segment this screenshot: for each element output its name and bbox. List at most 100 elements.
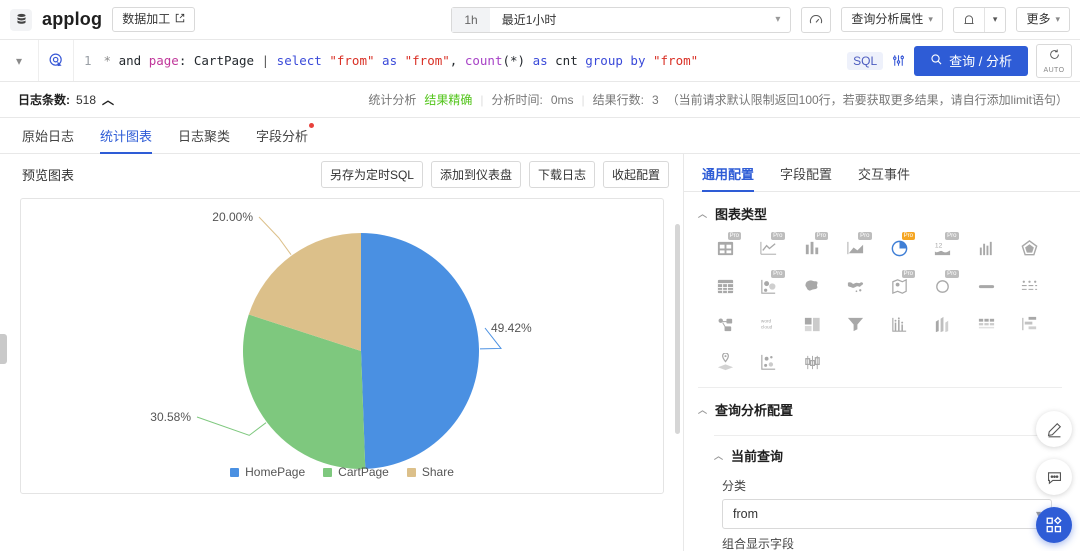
funnel-chart-icon[interactable] [841,309,871,339]
download-logs-button[interactable]: 下载日志 [528,160,595,188]
query-target-icon[interactable] [38,40,74,81]
stats-details: 统计分析 结果精确 | 分析时间: 0ms | 结果行数: 3 （当前请求默认限… [368,91,1068,108]
query-config-section-header[interactable]: ︿ 查询分析配置 [684,388,1080,427]
geo-point-icon[interactable] [710,347,740,377]
chart-type-icon-grid: Pro Pro Pro Pro Pro 12 Pro Pro Pro Pro word cloud [684,231,1080,383]
query-editor-bar: ▾ 1 * and page: CartPage | select "from"… [0,40,1080,82]
notification-split-button[interactable]: ▾ [952,6,1007,33]
time-range-picker[interactable]: 1h 最近1小时 ▾ [451,6,792,33]
legend-item[interactable]: Share [406,465,454,479]
sidebar-collapse-handle[interactable] [0,334,7,364]
query-attribute-button[interactable]: 查询分析属性 ▾ [841,7,943,32]
china-map-icon[interactable] [797,271,827,301]
pro-badge: Pro [814,232,828,240]
query-token: and [111,53,142,68]
sql-mode-badge[interactable]: SQL [847,51,884,70]
rows-note: （当前请求默认限制返回100行，若要获取更多结果，请自行添加limit语句） [666,93,1068,107]
pie-label-leader-line [258,216,292,256]
feedback-chat-icon-button[interactable] [1036,459,1072,495]
add-to-dashboard-button[interactable]: 添加到仪表盘 [430,160,521,188]
config-pane: 通用配置 字段配置 交互事件 ︿ 图表类型 Pro Pro Pro Pro Pro 12 P… [684,154,1080,551]
chevron-down-icon[interactable]: ▾ [983,7,1006,32]
histogram-icon[interactable] [971,233,1001,263]
pie-chart-icon[interactable]: Pro [884,232,915,263]
bar-chart-icon[interactable]: Pro [797,232,828,263]
bubble-chart-icon[interactable]: Pro [754,270,785,301]
more-button[interactable]: 更多 ▾ [1016,7,1070,32]
tab-log-cluster[interactable]: 日志聚类 [178,126,230,153]
collapse-config-button[interactable]: 收起配置 [602,160,669,188]
chart-type-section-header[interactable]: ︿ 图表类型 [684,192,1080,231]
apps-grid-icon-button[interactable] [1036,507,1072,543]
accuracy-label: 结果精确 [424,93,473,107]
table-kpi-icon[interactable]: Pro [710,232,741,263]
pie-chart-svg: 49.42% 30.58% 20.00% [150,210,532,470]
database-icon [10,8,32,31]
pro-badge: Pro [727,232,741,240]
query-collapse-toggle[interactable]: ▾ [0,40,38,81]
box-plot-icon[interactable] [797,347,827,377]
app-title: applog [42,9,103,29]
tab-label: 统计图表 [100,129,153,144]
search-icon [930,53,943,69]
bell-icon[interactable] [954,8,984,32]
scatter-column-icon[interactable] [884,309,914,339]
auto-refresh-button[interactable]: AUTO [1036,43,1072,78]
line-chart-icon[interactable]: Pro [754,232,785,263]
analysis-time-label: 分析时间: [491,93,543,107]
data-table-icon[interactable] [971,309,1001,339]
scatter-plot-icon[interactable] [754,347,784,377]
category-select[interactable]: from ▾ [722,499,1052,529]
world-map-icon[interactable] [841,271,871,301]
svg-text:word: word [761,318,772,324]
chart-card: 49.42% 30.58% 20.00% HomePage CartPage Share [20,198,664,494]
legend-label: Share [421,465,454,479]
area-chart-icon[interactable]: Pro [841,232,872,263]
run-query-button[interactable]: 查询 / 分析 [914,45,1028,76]
grid-table-icon[interactable] [710,271,740,301]
gauge-chart-icon[interactable]: Pro [928,270,959,301]
rows-label: 结果行数: [592,93,644,107]
data-process-label: 数据加工 [122,12,171,27]
data-process-button[interactable]: 数据加工 [112,7,196,32]
legend-item[interactable]: HomePage [230,465,305,479]
edit-pencil-icon-button[interactable] [1036,411,1072,447]
list-dots-icon[interactable] [1015,271,1045,301]
progress-bar-icon[interactable] [971,271,1001,301]
query-token: as [374,53,398,68]
column-3d-icon[interactable] [928,309,958,339]
relation-graph-icon[interactable] [710,309,740,339]
tab-field-config[interactable]: 字段配置 [780,164,832,191]
treemap-icon[interactable] [797,309,827,339]
query-input[interactable]: 1 * and page: CartPage | select "from" a… [74,40,839,81]
flow-diagram-icon[interactable] [1015,309,1045,339]
pie-chart[interactable]: 49.42% 30.58% 20.00% HomePage CartPage Share [21,199,663,493]
current-query-subsection-header[interactable]: ︿ 当前查询 [684,436,1080,471]
auto-refresh-label: AUTO [1043,66,1065,74]
tab-stat-charts[interactable]: 统计图表 [100,126,153,154]
tab-interaction-events[interactable]: 交互事件 [858,164,910,191]
query-line-number: 1 [84,53,92,68]
pie-slice[interactable] [361,233,480,469]
chevron-up-icon: ︿ [714,451,724,461]
legend-label: CartPage [338,465,389,479]
category-field-label: 分类 [722,479,747,493]
pie-label-leader-line [196,416,267,436]
tab-field-analysis[interactable]: 字段分析 [256,123,315,153]
map-marker-icon[interactable]: Pro [884,270,915,301]
number-trend-icon[interactable]: 12 Pro [928,232,959,263]
divider: | [480,92,484,107]
filter-settings-icon[interactable] [891,53,906,68]
tab-label: 原始日志 [22,129,75,144]
chart-pane-scrollbar[interactable] [675,224,680,434]
polygon-radar-icon[interactable] [1015,233,1045,263]
word-cloud-icon[interactable]: word cloud [754,309,784,339]
external-link-icon [175,12,185,26]
time-range-label: 最近1小时 [501,13,557,27]
legend-item[interactable]: CartPage [323,465,389,479]
save-as-scheduled-sql-button[interactable]: 另存为定时SQL [320,160,423,188]
log-count-toggle[interactable]: 日志条数: 518 ︿ [18,91,114,108]
gauge-icon-button[interactable] [801,6,832,33]
tab-raw-logs[interactable]: 原始日志 [22,126,74,153]
tab-general-config[interactable]: 通用配置 [702,164,755,192]
